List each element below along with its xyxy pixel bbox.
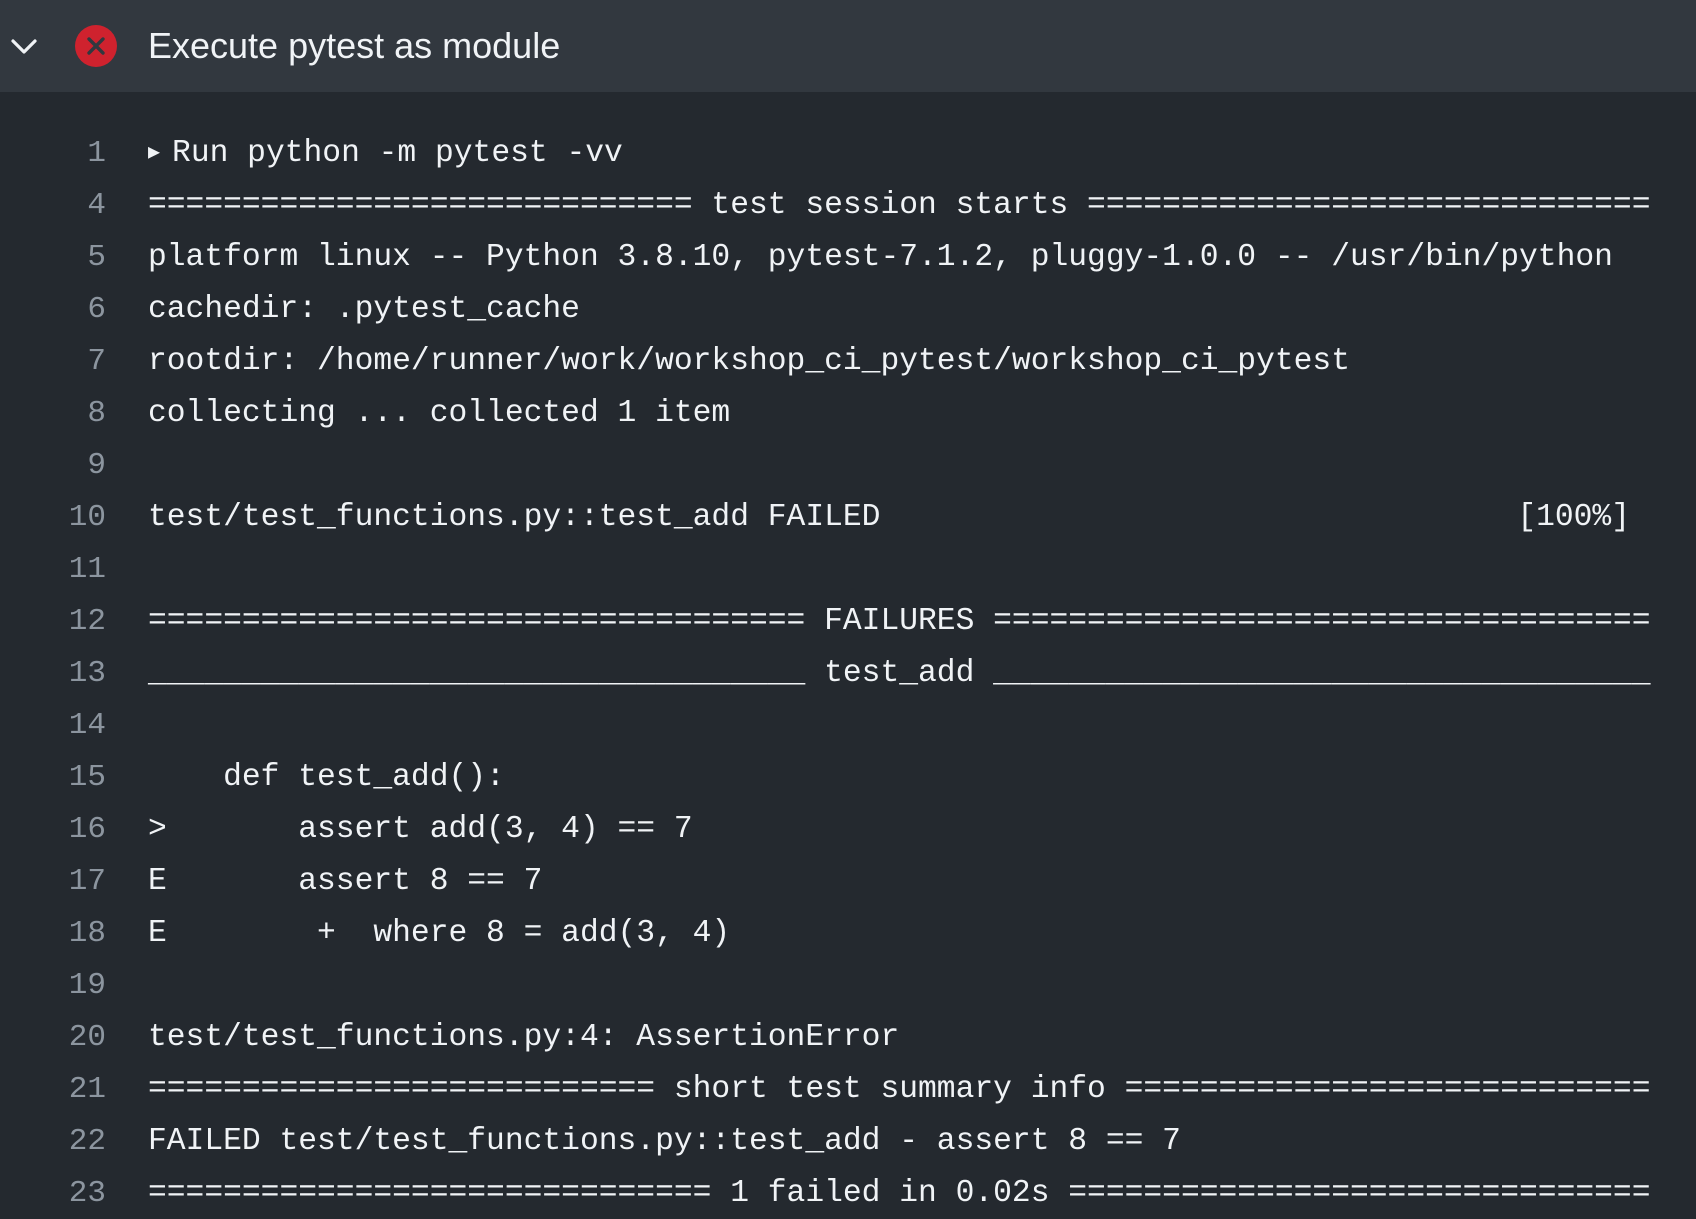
log-line-text: test/test_functions.py:4: AssertionError: [148, 1020, 900, 1055]
line-number[interactable]: 20: [0, 1012, 106, 1064]
line-number[interactable]: 13: [0, 648, 106, 700]
chevron-down-icon[interactable]: [8, 30, 40, 62]
progress-percent: [100%]: [1517, 500, 1630, 535]
log-line: 20 test/test_functions.py:4: AssertionEr…: [0, 1012, 1696, 1064]
log-line: 8 collecting ... collected 1 item: [0, 388, 1696, 440]
line-number[interactable]: 9: [0, 440, 106, 492]
line-number[interactable]: 8: [0, 388, 106, 440]
log-line-group-header: ▶ Run python -m pytest -vv: [148, 128, 623, 180]
log-line-text: FAILED test/test_functions.py::test_add …: [148, 1124, 1181, 1159]
line-number[interactable]: 19: [0, 960, 106, 1012]
log-line-text: ============================= test sessi…: [148, 188, 1651, 223]
log-line-text: ___________________________________ test…: [148, 656, 1651, 691]
log-line: 16 > assert add(3, 4) == 7: [0, 804, 1696, 856]
line-number[interactable]: 1: [0, 128, 106, 180]
log-line-text: =================================== FAIL…: [148, 604, 1651, 639]
log-line: 21 =========================== short tes…: [0, 1064, 1696, 1116]
line-number[interactable]: 7: [0, 336, 106, 388]
line-number[interactable]: 10: [0, 492, 106, 544]
log-line-text: collecting ... collected 1 item: [148, 396, 731, 431]
x-circle-icon: [74, 24, 118, 68]
log-line-text: > assert add(3, 4) == 7: [148, 812, 693, 847]
log-output: 1 ▶ Run python -m pytest -vv 4 ==========…: [0, 92, 1696, 1219]
line-number[interactable]: 22: [0, 1116, 106, 1168]
log-line: 1 ▶ Run python -m pytest -vv: [0, 128, 1696, 180]
log-line: 9: [0, 440, 1696, 492]
line-number[interactable]: 5: [0, 232, 106, 284]
log-line: 18 E + where 8 = add(3, 4): [0, 908, 1696, 960]
log-line: 14: [0, 700, 1696, 752]
expand-triangle-icon[interactable]: ▶: [148, 128, 160, 180]
log-line: 4 ============================= test ses…: [0, 180, 1696, 232]
log-line-text: ============================== 1 failed …: [148, 1176, 1651, 1211]
step-header[interactable]: Execute pytest as module: [0, 0, 1696, 92]
log-line: 7 rootdir: /home/runner/work/workshop_ci…: [0, 336, 1696, 388]
log-line: 23 ============================== 1 fail…: [0, 1168, 1696, 1219]
log-line-text: =========================== short test s…: [148, 1072, 1651, 1107]
line-number[interactable]: 4: [0, 180, 106, 232]
log-line-text: def test_add():: [148, 760, 505, 795]
log-line-text: test/test_functions.py::test_add FAILED: [148, 500, 881, 535]
log-line-text: E + where 8 = add(3, 4): [148, 916, 731, 951]
log-line: 15 def test_add():: [0, 752, 1696, 804]
line-number[interactable]: 15: [0, 752, 106, 804]
log-line: 12 =================================== F…: [0, 596, 1696, 648]
log-line: 11: [0, 544, 1696, 596]
line-number[interactable]: 23: [0, 1168, 106, 1219]
line-number[interactable]: 17: [0, 856, 106, 908]
line-number[interactable]: 18: [0, 908, 106, 960]
line-number[interactable]: 12: [0, 596, 106, 648]
log-line: 22 FAILED test/test_functions.py::test_a…: [0, 1116, 1696, 1168]
line-number[interactable]: 11: [0, 544, 106, 596]
log-line-text: E assert 8 == 7: [148, 864, 543, 899]
log-line: 19: [0, 960, 1696, 1012]
log-line: 5 platform linux -- Python 3.8.10, pytes…: [0, 232, 1696, 284]
line-number[interactable]: 6: [0, 284, 106, 336]
log-line-text: cachedir: .pytest_cache: [148, 292, 580, 327]
log-line-text: platform linux -- Python 3.8.10, pytest-…: [148, 240, 1613, 275]
line-number[interactable]: 21: [0, 1064, 106, 1116]
step-title[interactable]: Execute pytest as module: [148, 22, 560, 70]
log-line-text[interactable]: Run python -m pytest -vv: [172, 136, 623, 171]
log-line: 17 E assert 8 == 7: [0, 856, 1696, 908]
line-number[interactable]: 16: [0, 804, 106, 856]
log-line: 10 test/test_functions.py::test_add FAIL…: [0, 492, 1696, 544]
log-line-text: rootdir: /home/runner/work/workshop_ci_p…: [148, 344, 1350, 379]
log-line: 6 cachedir: .pytest_cache: [0, 284, 1696, 336]
log-line: 13 ___________________________________ t…: [0, 648, 1696, 700]
line-number[interactable]: 14: [0, 700, 106, 752]
